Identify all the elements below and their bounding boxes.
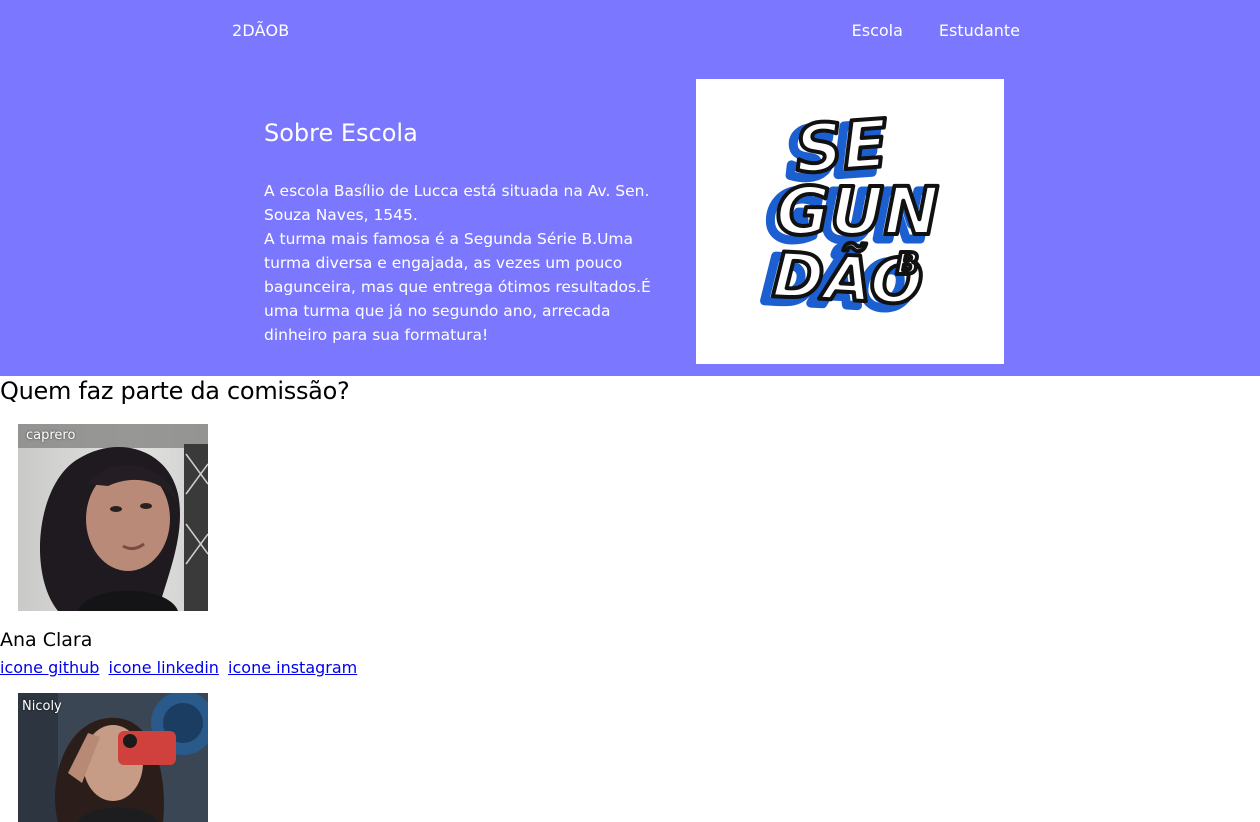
nav-link-escola[interactable]: Escola (852, 21, 903, 40)
about-line-address: A escola Basílio de Lucca está situada n… (264, 182, 650, 224)
member-photo-ana-clara: caprero (18, 424, 208, 611)
member-links: icone github icone linkedin icone instag… (0, 658, 361, 677)
about-paragraph: A escola Basílio de Lucca está situada n… (264, 179, 674, 347)
member-photo-nicoly: Nicoly (18, 693, 208, 822)
top-nav: Escola Estudante (852, 21, 1020, 40)
logo-text-4: B (896, 247, 919, 282)
github-link[interactable]: icone github (0, 658, 99, 677)
commission-title: Quem faz parte da comissão? (0, 377, 350, 405)
portrait-image (18, 424, 208, 611)
school-logo-image: SE GUN DÃO SE GUN DÃO B (696, 79, 1004, 364)
photo-tag: Nicoly (22, 699, 62, 714)
member-name: Ana Clara (0, 629, 93, 651)
nav-link-estudante[interactable]: Estudante (939, 21, 1020, 40)
logo-text-2: GUN (776, 173, 939, 250)
instagram-link[interactable]: icone instagram (228, 658, 357, 677)
about-title: Sobre Escola (264, 119, 418, 147)
segundao-logo-graphic: SE GUN DÃO SE GUN DÃO B (758, 103, 941, 328)
photo-tag: caprero (26, 428, 76, 443)
brand-link[interactable]: 2DÃOB (232, 21, 289, 40)
hero-section: 2DÃOB Escola Estudante Sobre Escola A es… (0, 0, 1260, 376)
linkedin-link[interactable]: icone linkedin (109, 658, 219, 677)
about-line-class: A turma mais famosa é a Segunda Série B.… (264, 230, 651, 344)
